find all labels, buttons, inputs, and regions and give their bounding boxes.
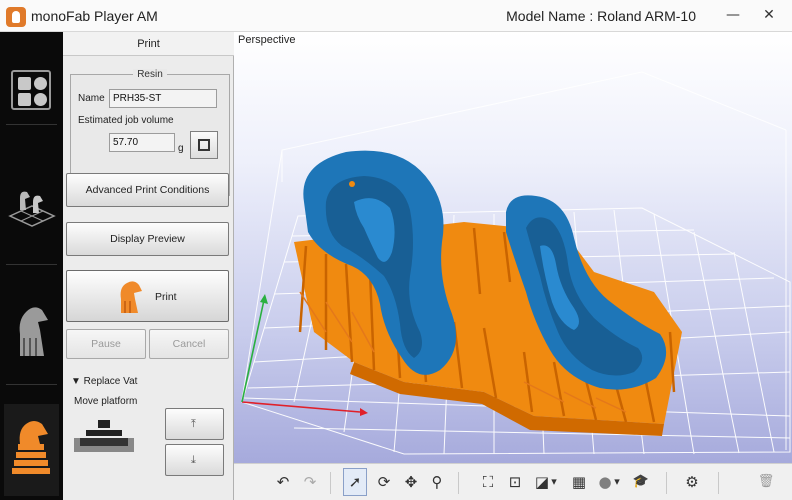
y-axis xyxy=(241,299,265,403)
calculate-volume-button[interactable] xyxy=(190,131,218,159)
volume-label: Estimated job volume xyxy=(78,115,174,126)
resin-name-label: Name xyxy=(78,93,105,104)
settings-gear-icon[interactable]: ⚙ xyxy=(682,472,702,492)
support-mode-icon[interactable] xyxy=(10,300,54,360)
file-menu-button[interactable] xyxy=(11,70,51,110)
print-mode-tab[interactable] xyxy=(4,404,59,496)
move-platform-label: Move platform xyxy=(74,396,138,407)
app-logo-icon xyxy=(6,7,26,27)
layout-mode-icon[interactable] xyxy=(6,180,58,232)
rotate-icon[interactable]: ⟳ xyxy=(374,472,394,492)
sidebar-divider xyxy=(6,264,57,265)
model-name: Model Name : Roland ARM-10 xyxy=(506,8,696,24)
shading-dropdown-icon[interactable]: ▾ xyxy=(612,472,622,492)
toolbar-divider xyxy=(330,472,331,494)
view-toolbar: ↶ ↷ ➚ ⟳ ✥ ⚲ ⛶ ⊡ ◪ ▾ ▦ ● ▾ 🎓 ⚙ 🗑 xyxy=(234,463,792,500)
close-button[interactable]: ✕ xyxy=(760,6,778,24)
move-up-icon: ⤒ xyxy=(191,417,196,430)
new-file-icon xyxy=(18,77,31,90)
resin-name-field[interactable]: PRH35-ST xyxy=(109,89,217,108)
view-mode-label: Perspective xyxy=(238,34,296,46)
calculator-icon xyxy=(198,139,210,151)
cancel-button[interactable]: Cancel xyxy=(149,329,229,359)
save-icon xyxy=(18,93,31,106)
app-title: monoFab Player AM xyxy=(31,8,158,24)
volume-field: 57.70 xyxy=(109,133,175,152)
resin-group-legend: Resin xyxy=(133,69,167,80)
print-mode-icon xyxy=(12,421,50,474)
pause-button[interactable]: Pause xyxy=(66,329,146,359)
move-down-icon: ⤓ xyxy=(191,453,196,466)
print-button[interactable]: Print xyxy=(66,270,229,322)
title-bar: monoFab Player AM Model Name : Roland AR… xyxy=(0,0,792,32)
print-panel: Print Resin Name PRH35-ST Estimated job … xyxy=(63,32,234,500)
fit-selection-icon[interactable]: ⊡ xyxy=(505,472,525,492)
display-preview-button[interactable]: Display Preview xyxy=(66,222,229,256)
scene-render xyxy=(241,71,791,455)
mode-sidebar xyxy=(0,32,63,500)
settings-icon xyxy=(34,93,47,106)
3d-viewport[interactable]: Perspective xyxy=(234,32,792,463)
trash-icon[interactable]: 🗑 xyxy=(756,472,776,492)
print-knight-icon xyxy=(120,281,142,313)
replace-vat-toggle[interactable]: ▼ Replace Vat xyxy=(71,376,137,387)
undo-icon[interactable]: ↶ xyxy=(273,472,293,492)
select-arrow-icon[interactable]: ➚ xyxy=(345,472,365,492)
fit-all-icon[interactable]: ⛶ xyxy=(478,472,498,492)
tutorial-cap-icon[interactable]: 🎓 xyxy=(631,472,651,492)
panel-title: Print xyxy=(63,32,234,56)
sidebar-divider xyxy=(6,124,57,125)
minimize-button[interactable]: — xyxy=(724,6,742,24)
print-button-label: Print xyxy=(155,291,177,303)
toolbar-divider xyxy=(458,472,459,494)
toolbar-divider xyxy=(718,472,719,494)
platform-diagram-icon xyxy=(74,420,134,452)
move-icon[interactable]: ✥ xyxy=(401,472,421,492)
grid-display-icon[interactable]: ▦ xyxy=(569,472,589,492)
move-platform-down-button[interactable]: ⤓ xyxy=(165,444,224,476)
help-icon xyxy=(34,77,47,90)
move-platform-up-button[interactable]: ⤒ xyxy=(165,408,224,440)
view-cube-dropdown-icon[interactable]: ▾ xyxy=(549,472,559,492)
sidebar-divider xyxy=(6,384,57,385)
volume-unit: g xyxy=(178,143,184,154)
x-axis xyxy=(241,401,361,413)
zoom-icon[interactable]: ⚲ xyxy=(427,472,447,492)
advanced-print-conditions-button[interactable]: Advanced Print Conditions xyxy=(66,173,229,207)
toolbar-divider xyxy=(666,472,667,494)
redo-icon[interactable]: ↷ xyxy=(300,472,320,492)
